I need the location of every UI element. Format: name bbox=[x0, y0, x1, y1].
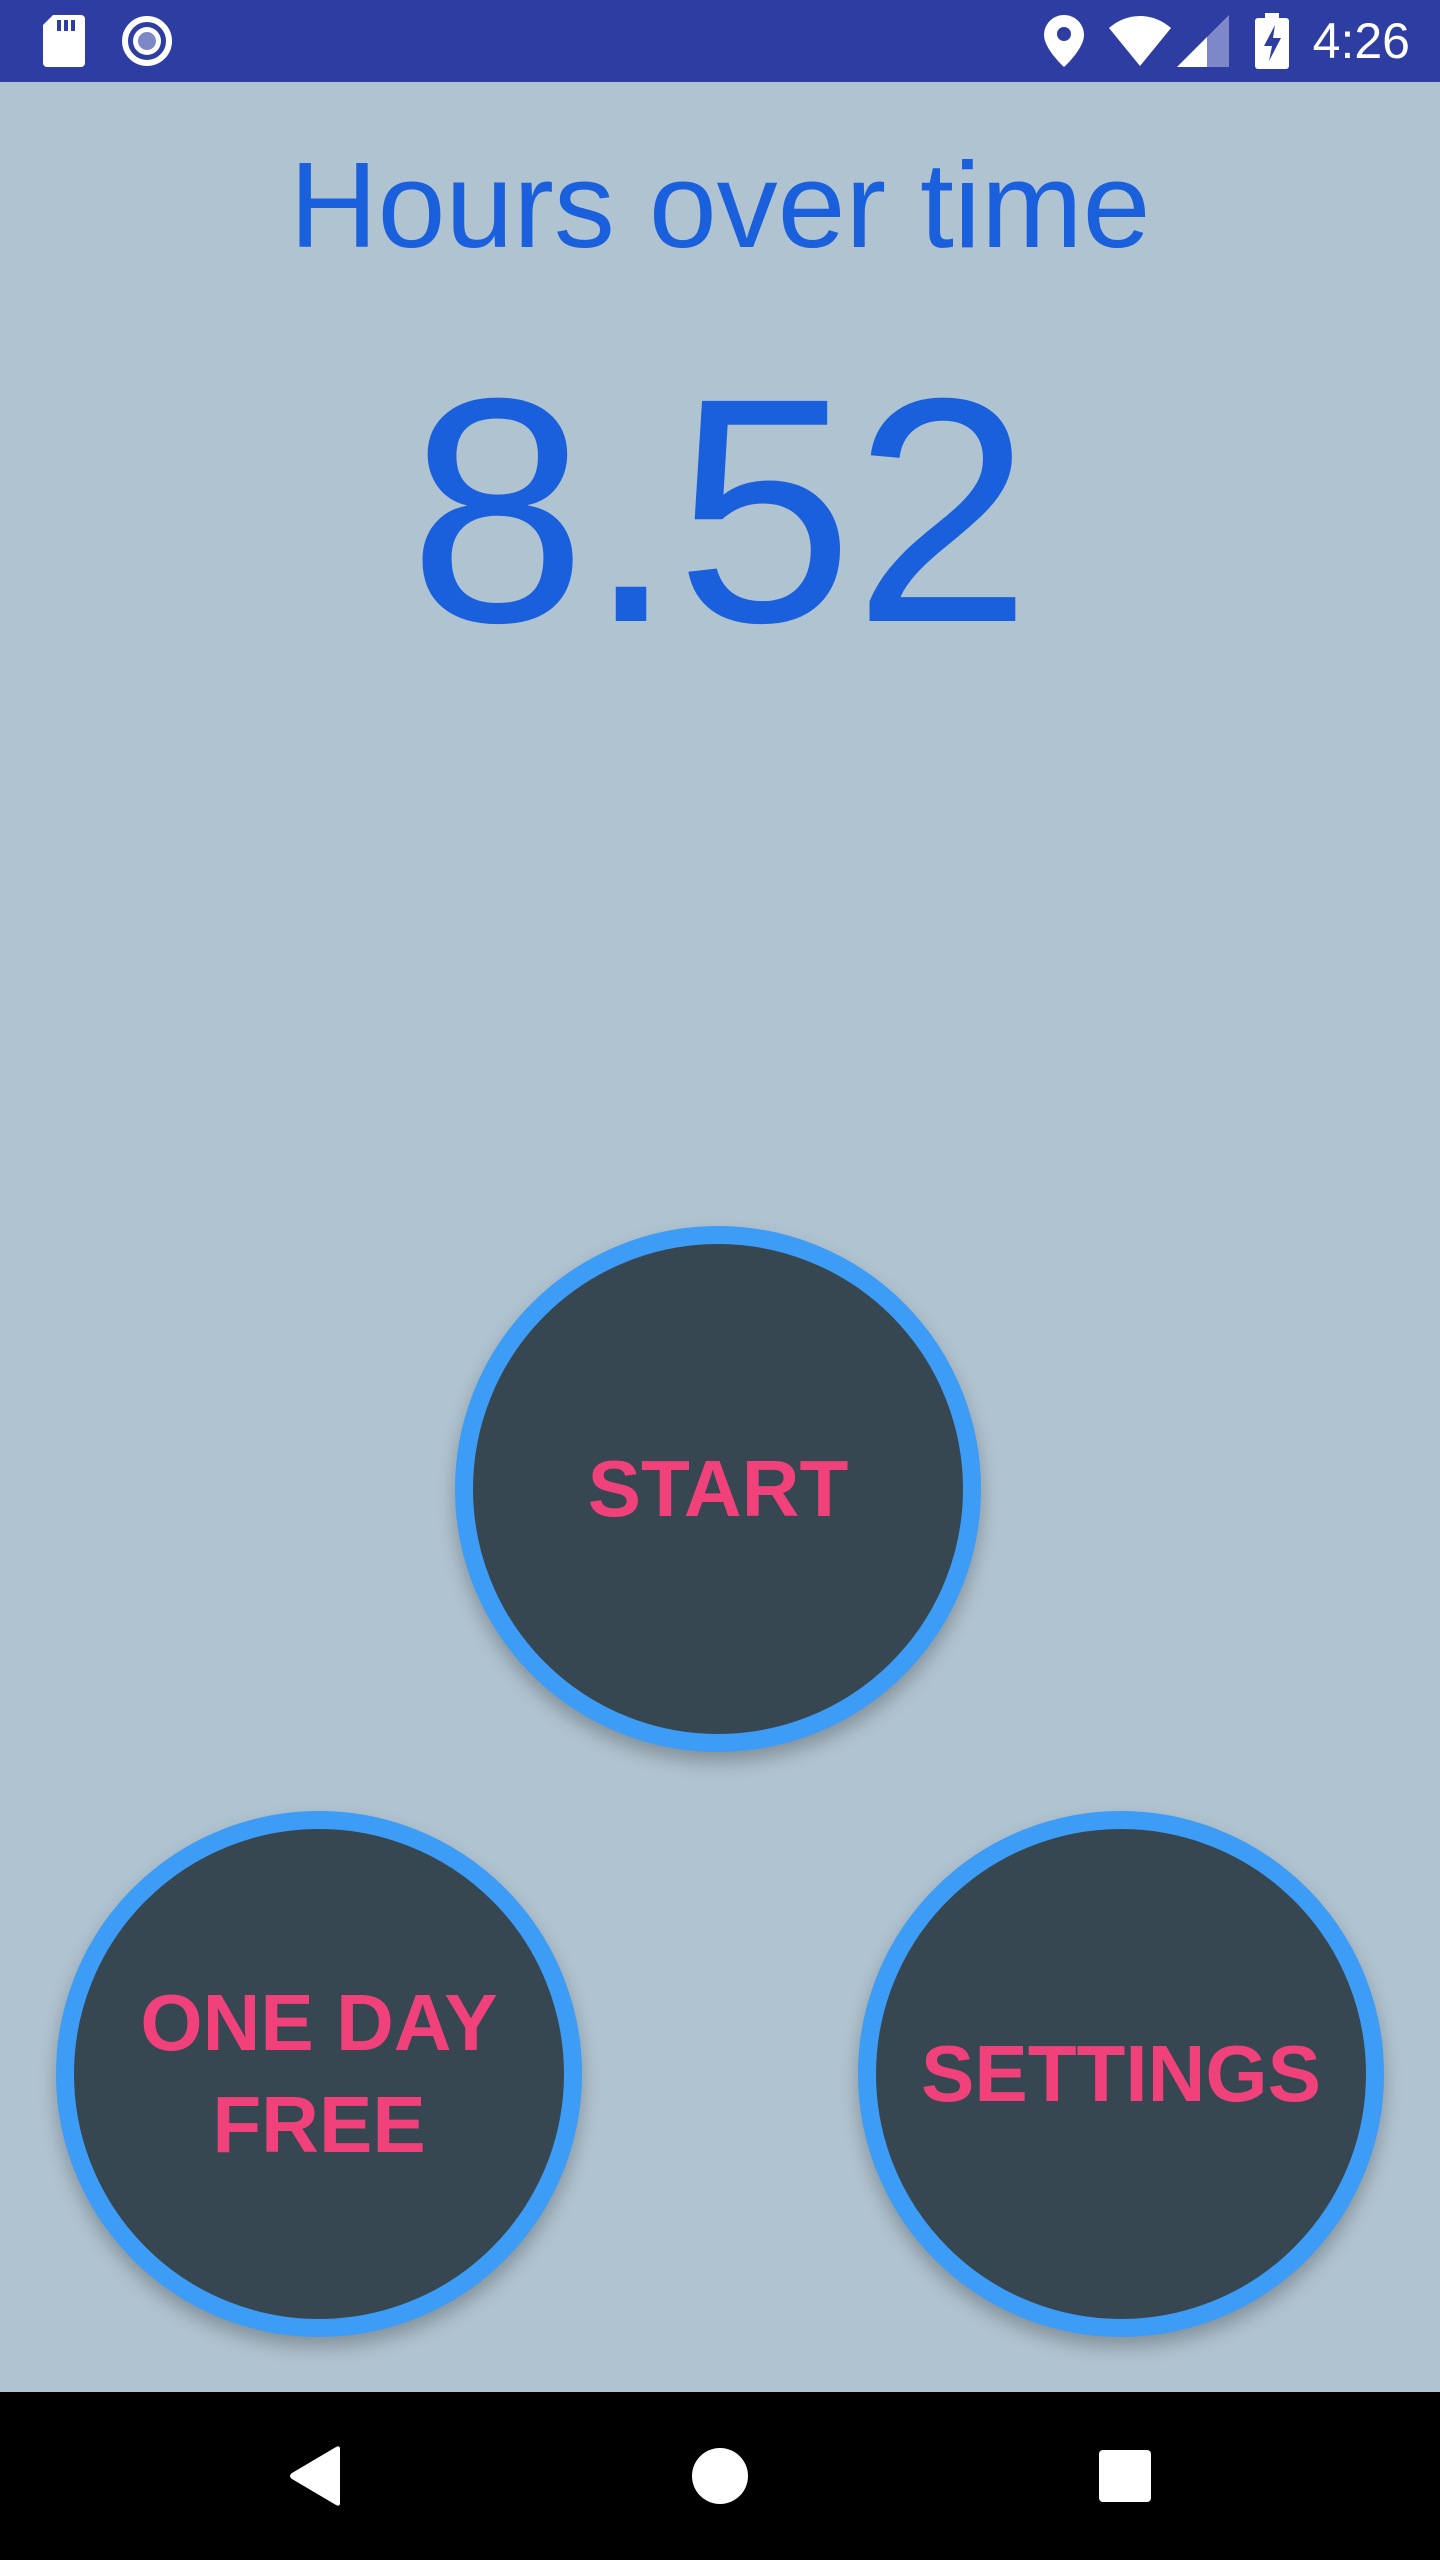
record-icon bbox=[120, 0, 174, 82]
start-button[interactable]: START bbox=[455, 1226, 981, 1752]
recents-icon[interactable] bbox=[1045, 2392, 1205, 2560]
settings-button-label: SETTINGS bbox=[920, 2029, 1322, 2118]
navigation-bar bbox=[0, 2392, 1440, 2560]
wifi-icon bbox=[1108, 0, 1172, 82]
location-icon bbox=[1042, 0, 1086, 82]
hours-overtime-value: 8.52 bbox=[408, 331, 1032, 689]
battery-charging-icon bbox=[1252, 0, 1292, 82]
sd-card-icon bbox=[38, 0, 90, 82]
settings-button[interactable]: SETTINGS bbox=[858, 1811, 1384, 2337]
status-bar: 4:26 bbox=[0, 0, 1440, 82]
start-button-label: START bbox=[587, 1444, 849, 1533]
back-icon[interactable] bbox=[235, 2392, 395, 2560]
home-icon[interactable] bbox=[640, 2392, 800, 2560]
cellular-signal-icon bbox=[1176, 0, 1230, 82]
page-title: Hours over time bbox=[289, 137, 1151, 273]
one-day-free-button-label: ONE DAY FREE bbox=[140, 1978, 498, 2169]
one-day-free-button[interactable]: ONE DAY FREE bbox=[56, 1811, 582, 2337]
status-time: 4:26 bbox=[1312, 13, 1410, 69]
